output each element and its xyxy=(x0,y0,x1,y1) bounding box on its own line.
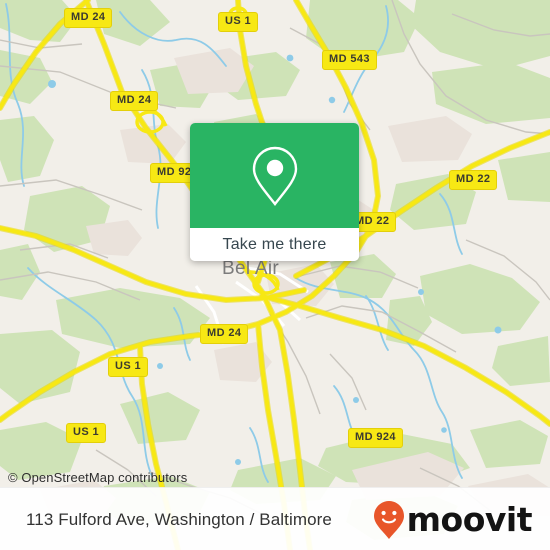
address-label: 113 Fulford Ave, Washington / Baltimore xyxy=(26,509,332,529)
map-pin-icon xyxy=(252,146,297,206)
road-shield-md-24-b[interactable]: MD 24 xyxy=(110,91,159,111)
road-shield-md-24-a[interactable]: MD 24 xyxy=(64,8,113,28)
road-shield-us-1-b[interactable]: US 1 xyxy=(108,357,149,377)
moovit-pin-icon xyxy=(373,500,404,539)
place-label-bel-air: Bel Air xyxy=(222,258,280,279)
moovit-map-screen: Bel Air MD 24 US 1 MD 543 MD 24 MD 924 M… xyxy=(0,0,550,550)
card-header xyxy=(190,123,359,228)
road-shield-md-924-b[interactable]: MD 924 xyxy=(348,428,403,448)
road-shield-md-22-a[interactable]: MD 22 xyxy=(449,170,498,190)
moovit-wordmark: moovit xyxy=(406,500,533,539)
road-shield-md-543[interactable]: MD 543 xyxy=(322,50,377,70)
osm-attribution[interactable]: © OpenStreetMap contributors xyxy=(8,470,187,485)
road-shield-md-24-c[interactable]: MD 24 xyxy=(200,324,249,344)
moovit-logo[interactable]: moovit xyxy=(373,500,533,540)
take-me-there-label: Take me there xyxy=(222,235,327,253)
map-canvas[interactable]: Bel Air MD 24 US 1 MD 543 MD 24 MD 924 M… xyxy=(0,0,550,550)
destination-callout-card[interactable]: Take me there xyxy=(190,123,359,261)
footer-bar: 113 Fulford Ave, Washington / Baltimore … xyxy=(0,487,550,550)
take-me-there-button[interactable]: Take me there xyxy=(190,228,359,261)
road-shield-us-1-c[interactable]: US 1 xyxy=(66,423,107,443)
road-shield-us-1-a[interactable]: US 1 xyxy=(218,12,259,32)
